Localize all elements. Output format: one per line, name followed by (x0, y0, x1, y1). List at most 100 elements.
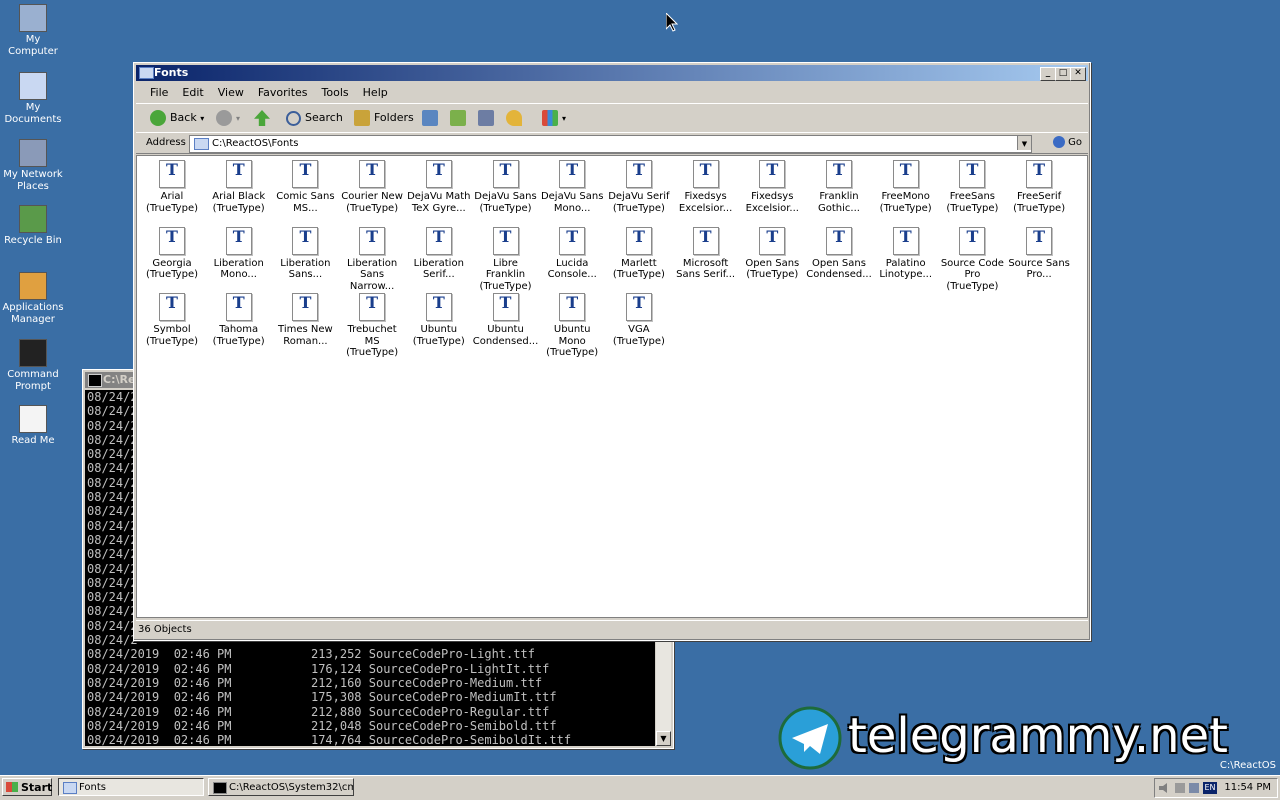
font-item[interactable]: T Trebuchet MS (TrueType) (339, 293, 405, 359)
desktop-icon-command-prompt[interactable]: Command Prompt (0, 339, 66, 393)
font-item[interactable]: T Liberation Sans... (272, 226, 338, 281)
font-item[interactable]: T Ubuntu Condensed... (473, 293, 539, 347)
font-item[interactable]: T Symbol (TrueType) (139, 293, 205, 347)
printer-icon[interactable] (1175, 783, 1185, 793)
address-input[interactable]: C:\ReactOS\Fonts ▼ (189, 135, 1032, 153)
desktop-icon-applications-manager[interactable]: Applications Manager (0, 272, 66, 326)
forward-button[interactable]: ▾ (216, 107, 240, 129)
truetype-font-icon: T (759, 226, 786, 255)
address-value: C:\ReactOS\Fonts (212, 138, 299, 149)
views-button[interactable]: ▾ (542, 107, 566, 129)
copy-to-button[interactable] (450, 107, 470, 129)
font-item[interactable]: T Georgia (TrueType) (139, 226, 205, 281)
desktop-icon-computer[interactable]: My Computer (0, 4, 66, 58)
font-item[interactable]: T Fixedsys Excelsior... (739, 160, 805, 214)
font-item[interactable]: T Times New Roman... (272, 293, 338, 347)
font-item[interactable]: T Fixedsys Excelsior... (673, 160, 739, 214)
font-name: Lucida (555, 257, 589, 269)
font-type: MS... (293, 202, 318, 214)
font-item[interactable]: T FreeSans (TrueType) (939, 160, 1005, 214)
font-item[interactable]: T Marlett (TrueType) (606, 226, 672, 281)
font-type: TeX Gyre... (411, 202, 466, 214)
truetype-font-icon: T (1026, 226, 1053, 255)
font-item[interactable]: T Open Sans Condensed... (806, 226, 872, 281)
font-item[interactable]: T Courier New (TrueType) (339, 160, 405, 214)
font-item[interactable]: T DejaVu Math TeX Gyre... (406, 160, 472, 214)
task-command-prompt[interactable]: C:\ReactOS\System32\cm... (208, 778, 354, 796)
font-item[interactable]: T DejaVu Sans (TrueType) (473, 160, 539, 214)
up-button[interactable] (254, 107, 274, 129)
status-bar: 36 Objects (136, 620, 1088, 638)
menu-edit[interactable]: Edit (176, 86, 209, 99)
font-item[interactable]: T Source Sans Pro... (1006, 226, 1072, 281)
network-icon (19, 139, 47, 167)
font-item[interactable]: T Microsoft Sans Serif... (673, 226, 739, 281)
font-item[interactable]: T Open Sans (TrueType) (739, 226, 805, 281)
fonts-titlebar[interactable]: Fonts _ □ ✕ (136, 65, 1088, 81)
menu-help[interactable]: Help (357, 86, 394, 99)
font-type: Roman... (283, 335, 328, 347)
font-item[interactable]: T Arial Black (TrueType) (206, 160, 272, 214)
font-item[interactable]: T Libre Franklin (TrueType) (473, 226, 539, 293)
close-button[interactable]: ✕ (1070, 67, 1086, 81)
font-item[interactable]: T Arial (TrueType) (139, 160, 205, 214)
font-item[interactable]: T Ubuntu Mono (TrueType) (539, 293, 605, 359)
font-item[interactable]: T Lucida Console... (539, 226, 605, 281)
font-list-view[interactable]: T Arial (TrueType) T Arial Black (TrueType) T C… (136, 155, 1088, 618)
menu-tools[interactable]: Tools (316, 86, 355, 99)
clock[interactable]: 11:54 PM (1224, 779, 1271, 797)
network-icon[interactable] (1189, 783, 1199, 793)
start-logo-icon (6, 782, 18, 792)
go-arrow-icon (1053, 136, 1066, 148)
font-item[interactable]: T DejaVu Serif (TrueType) (606, 160, 672, 214)
language-indicator[interactable]: EN (1203, 782, 1217, 794)
undo-button[interactable] (506, 107, 526, 129)
font-item[interactable]: T FreeMono (TrueType) (873, 160, 939, 214)
menu-view[interactable]: View (212, 86, 250, 99)
desktop-icon-recycle-bin[interactable]: Recycle Bin (0, 205, 66, 247)
font-name: Open Sans (812, 257, 866, 269)
search-button[interactable]: Search (286, 107, 343, 129)
font-item[interactable]: T Palatino Linotype... (873, 226, 939, 281)
font-item[interactable]: T Liberation Serif... (406, 226, 472, 281)
maximize-button[interactable]: □ (1055, 67, 1071, 81)
font-item[interactable]: T Liberation Sans Narrow... (339, 226, 405, 293)
truetype-font-icon: T (759, 160, 786, 188)
font-item[interactable]: T Comic Sans MS... (272, 160, 338, 214)
delete-button[interactable] (478, 107, 498, 129)
font-item[interactable]: T FreeSerif (TrueType) (1006, 160, 1072, 214)
font-item[interactable]: T Tahoma (TrueType) (206, 293, 272, 347)
go-button[interactable]: Go (1053, 135, 1082, 151)
font-type: (TrueType) (412, 335, 465, 347)
delete-icon (478, 110, 494, 126)
fonts-window[interactable]: Fonts _ □ ✕ File Edit View Favorites Tools He… (133, 62, 1091, 641)
font-type: (TrueType) (546, 347, 599, 358)
task-fonts[interactable]: Fonts (58, 778, 204, 796)
font-item[interactable]: T Liberation Mono... (206, 226, 272, 281)
move-to-button[interactable] (422, 107, 442, 129)
volume-icon[interactable] (1159, 783, 1167, 793)
task-label: C:\ReactOS\System32\cm... (229, 782, 354, 793)
font-item[interactable]: T Franklin Gothic... (806, 160, 872, 214)
font-type: (TrueType) (612, 202, 665, 214)
truetype-font-icon: T (1026, 160, 1053, 188)
start-button[interactable]: Start (2, 778, 52, 796)
font-item[interactable]: T Ubuntu (TrueType) (406, 293, 472, 347)
scroll-down-arrow-icon[interactable]: ▼ (656, 731, 671, 746)
desktop-icon-document[interactable]: Read Me (0, 405, 66, 447)
menu-file[interactable]: File (144, 86, 174, 99)
font-item[interactable]: T DejaVu Sans Mono... (539, 160, 605, 214)
font-item[interactable]: T VGA (TrueType) (606, 293, 672, 347)
truetype-font-icon: T (959, 226, 986, 255)
address-dropdown-icon[interactable]: ▼ (1017, 136, 1031, 150)
desktop-icon-documents-folder[interactable]: My Documents (0, 72, 66, 126)
menu-favorites[interactable]: Favorites (252, 86, 314, 99)
back-button[interactable]: Back ▾ (150, 107, 204, 129)
folders-button[interactable]: Folders (354, 107, 414, 129)
font-item[interactable]: T Source Code Pro (TrueType) (939, 226, 1005, 293)
minimize-button[interactable]: _ (1040, 67, 1056, 81)
desktop-icon-network[interactable]: My Network Places (0, 139, 66, 193)
window-title: Fonts (154, 66, 189, 79)
documents-folder-icon (19, 72, 47, 100)
font-name: DejaVu Sans (540, 191, 604, 202)
